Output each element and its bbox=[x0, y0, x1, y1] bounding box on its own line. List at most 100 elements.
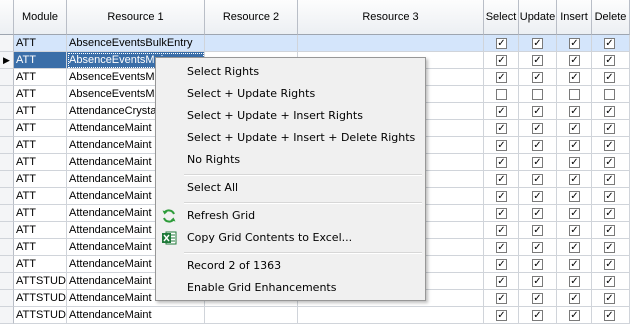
select-checkbox[interactable]: ✓ bbox=[496, 140, 507, 151]
select-checkbox[interactable]: ✓ bbox=[496, 72, 507, 83]
update-checkbox[interactable]: ✓ bbox=[532, 123, 543, 134]
delete-checkbox[interactable]: ✓ bbox=[604, 123, 615, 134]
menu-item-select-update-rights[interactable]: Select + Update Rights bbox=[156, 83, 425, 105]
row-indicator[interactable] bbox=[0, 239, 14, 256]
update-checkbox[interactable] bbox=[532, 89, 543, 100]
row-indicator[interactable] bbox=[0, 86, 14, 103]
cell-resource-1[interactable]: AbsenceEventsBulkEntry bbox=[67, 35, 205, 52]
update-checkbox[interactable]: ✓ bbox=[532, 174, 543, 185]
row-indicator[interactable] bbox=[0, 222, 14, 239]
delete-checkbox[interactable]: ✓ bbox=[604, 242, 615, 253]
column-header-resource-2[interactable]: Resource 2 bbox=[205, 0, 298, 35]
update-checkbox[interactable]: ✓ bbox=[532, 293, 543, 304]
select-checkbox[interactable]: ✓ bbox=[496, 174, 507, 185]
update-checkbox[interactable]: ✓ bbox=[532, 276, 543, 287]
table-row[interactable]: ATTSTUDYAttendanceMaint ✓ ✓ ✓ ✓ bbox=[0, 307, 630, 324]
select-checkbox[interactable]: ✓ bbox=[496, 157, 507, 168]
delete-checkbox[interactable]: ✓ bbox=[604, 208, 615, 219]
cell-module[interactable]: ATT bbox=[14, 239, 67, 256]
column-header-insert[interactable]: Insert bbox=[557, 0, 592, 35]
delete-checkbox[interactable] bbox=[604, 89, 615, 100]
cell-resource-3[interactable] bbox=[298, 35, 484, 52]
update-checkbox[interactable]: ✓ bbox=[532, 38, 543, 49]
delete-checkbox[interactable]: ✓ bbox=[604, 191, 615, 202]
row-indicator[interactable]: ▶ bbox=[0, 52, 14, 69]
cell-module[interactable]: ATT bbox=[14, 188, 67, 205]
cell-module[interactable]: ATTSTUDY bbox=[14, 273, 67, 290]
insert-checkbox[interactable]: ✓ bbox=[569, 310, 580, 321]
insert-checkbox[interactable]: ✓ bbox=[569, 225, 580, 236]
delete-checkbox[interactable]: ✓ bbox=[604, 276, 615, 287]
insert-checkbox[interactable]: ✓ bbox=[569, 259, 580, 270]
select-checkbox[interactable]: ✓ bbox=[496, 259, 507, 270]
cell-module[interactable]: ATT bbox=[14, 222, 67, 239]
insert-checkbox[interactable]: ✓ bbox=[569, 140, 580, 151]
row-indicator[interactable] bbox=[0, 120, 14, 137]
row-indicator[interactable] bbox=[0, 188, 14, 205]
row-indicator[interactable] bbox=[0, 137, 14, 154]
insert-checkbox[interactable] bbox=[569, 89, 580, 100]
column-header-delete[interactable]: Delete bbox=[592, 0, 630, 35]
update-checkbox[interactable]: ✓ bbox=[532, 191, 543, 202]
insert-checkbox[interactable]: ✓ bbox=[569, 242, 580, 253]
update-checkbox[interactable]: ✓ bbox=[532, 310, 543, 321]
column-header-update[interactable]: Update bbox=[519, 0, 557, 35]
select-checkbox[interactable]: ✓ bbox=[496, 106, 507, 117]
row-indicator[interactable] bbox=[0, 307, 14, 324]
insert-checkbox[interactable]: ✓ bbox=[569, 106, 580, 117]
row-indicator[interactable] bbox=[0, 154, 14, 171]
row-indicator[interactable] bbox=[0, 103, 14, 120]
column-header-select[interactable]: Select bbox=[484, 0, 519, 35]
update-checkbox[interactable]: ✓ bbox=[532, 225, 543, 236]
insert-checkbox[interactable]: ✓ bbox=[569, 55, 580, 66]
select-checkbox[interactable]: ✓ bbox=[496, 38, 507, 49]
select-checkbox[interactable] bbox=[496, 89, 507, 100]
cell-module[interactable]: ATT bbox=[14, 154, 67, 171]
update-checkbox[interactable]: ✓ bbox=[532, 106, 543, 117]
cell-module[interactable]: ATT bbox=[14, 69, 67, 86]
cell-resource-2[interactable] bbox=[205, 307, 298, 324]
menu-item-enable-grid-enhancements[interactable]: Enable Grid Enhancements bbox=[156, 277, 425, 299]
menu-item-select-all[interactable]: Select All bbox=[156, 177, 425, 199]
delete-checkbox[interactable]: ✓ bbox=[604, 259, 615, 270]
cell-resource-2[interactable] bbox=[205, 35, 298, 52]
column-header-module[interactable]: Module bbox=[14, 0, 67, 35]
row-indicator[interactable] bbox=[0, 256, 14, 273]
delete-checkbox[interactable]: ✓ bbox=[604, 140, 615, 151]
menu-item-refresh-grid[interactable]: Refresh Grid bbox=[156, 205, 425, 227]
insert-checkbox[interactable]: ✓ bbox=[569, 191, 580, 202]
cell-module[interactable]: ATT bbox=[14, 52, 67, 69]
row-indicator[interactable] bbox=[0, 273, 14, 290]
row-indicator[interactable] bbox=[0, 205, 14, 222]
row-indicator[interactable] bbox=[0, 290, 14, 307]
insert-checkbox[interactable]: ✓ bbox=[569, 208, 580, 219]
cell-resource-3[interactable] bbox=[298, 307, 484, 324]
menu-item-no-rights[interactable]: No Rights bbox=[156, 149, 425, 171]
cell-module[interactable]: ATT bbox=[14, 35, 67, 52]
update-checkbox[interactable]: ✓ bbox=[532, 157, 543, 168]
delete-checkbox[interactable]: ✓ bbox=[604, 293, 615, 304]
update-checkbox[interactable]: ✓ bbox=[532, 242, 543, 253]
select-checkbox[interactable]: ✓ bbox=[496, 276, 507, 287]
table-row[interactable]: ATT AbsenceEventsBulkEntry ✓ ✓ ✓ ✓ bbox=[0, 35, 630, 52]
column-header-resource-1[interactable]: Resource 1 bbox=[67, 0, 205, 35]
delete-checkbox[interactable]: ✓ bbox=[604, 72, 615, 83]
select-checkbox[interactable]: ✓ bbox=[496, 242, 507, 253]
menu-item-select-update-insert-delete-rights[interactable]: Select + Update + Insert + Delete Rights bbox=[156, 127, 425, 149]
delete-checkbox[interactable]: ✓ bbox=[604, 38, 615, 49]
delete-checkbox[interactable]: ✓ bbox=[604, 174, 615, 185]
cell-module[interactable]: ATT bbox=[14, 171, 67, 188]
update-checkbox[interactable]: ✓ bbox=[532, 72, 543, 83]
insert-checkbox[interactable]: ✓ bbox=[569, 157, 580, 168]
insert-checkbox[interactable]: ✓ bbox=[569, 174, 580, 185]
update-checkbox[interactable]: ✓ bbox=[532, 140, 543, 151]
cell-module[interactable]: ATT bbox=[14, 120, 67, 137]
insert-checkbox[interactable]: ✓ bbox=[569, 293, 580, 304]
select-checkbox[interactable]: ✓ bbox=[496, 225, 507, 236]
column-header-resource-3[interactable]: Resource 3 bbox=[298, 0, 484, 35]
cell-module[interactable]: ATTSTUDY bbox=[14, 307, 67, 324]
cell-module[interactable]: ATT bbox=[14, 137, 67, 154]
delete-checkbox[interactable]: ✓ bbox=[604, 157, 615, 168]
delete-checkbox[interactable]: ✓ bbox=[604, 310, 615, 321]
delete-checkbox[interactable]: ✓ bbox=[604, 106, 615, 117]
